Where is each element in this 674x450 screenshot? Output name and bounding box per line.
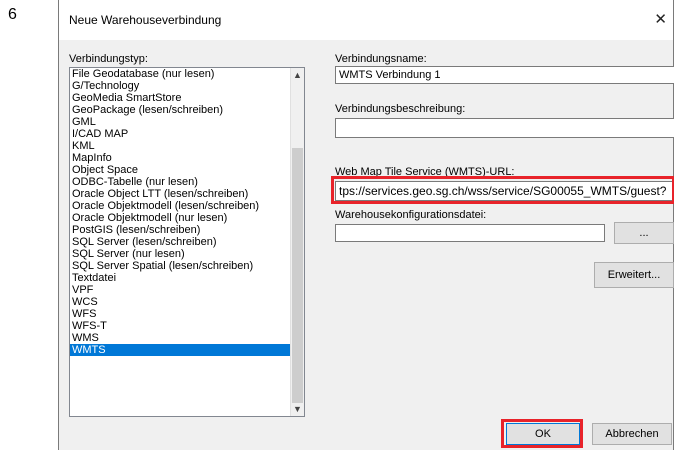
- connection-name-label: Verbindungsname:: [335, 53, 427, 65]
- scroll-up-icon[interactable]: ▲: [293, 70, 302, 80]
- step-number: 6: [8, 6, 17, 23]
- connection-type-item[interactable]: WCS: [70, 296, 292, 308]
- connection-name-field[interactable]: WMTS Verbindung 1: [335, 66, 674, 84]
- connection-type-item[interactable]: Oracle Objektmodell (nur lesen): [70, 212, 292, 224]
- config-file-field[interactable]: [335, 224, 605, 242]
- connection-type-item[interactable]: G/Technology: [70, 80, 292, 92]
- url-highlight-box: [331, 176, 674, 204]
- connection-type-item[interactable]: WFS-T: [70, 320, 292, 332]
- connection-type-item[interactable]: VPF: [70, 284, 292, 296]
- scroll-down-icon[interactable]: ▼: [293, 404, 302, 414]
- connection-type-item[interactable]: MapInfo: [70, 152, 292, 164]
- connection-type-item[interactable]: Object Space: [70, 164, 292, 176]
- connection-type-item[interactable]: I/CAD MAP: [70, 128, 292, 140]
- new-warehouse-connection-dialog: Neue Warehouseverbindung ✕ Verbindungsty…: [58, 0, 674, 450]
- scroll-thumb[interactable]: [292, 148, 303, 403]
- dialog-title: Neue Warehouseverbindung: [69, 13, 222, 27]
- connection-type-item[interactable]: SQL Server (lesen/schreiben): [70, 236, 292, 248]
- connection-type-item[interactable]: PostGIS (lesen/schreiben): [70, 224, 292, 236]
- connection-type-item[interactable]: WMS: [70, 332, 292, 344]
- connection-type-item[interactable]: KML: [70, 140, 292, 152]
- browse-button[interactable]: ...: [614, 222, 674, 244]
- connection-description-field[interactable]: [335, 118, 674, 138]
- cancel-button[interactable]: Abbrechen: [592, 423, 672, 445]
- title-bar: Neue Warehouseverbindung ✕: [59, 0, 673, 40]
- config-file-label: Warehousekonfigurationsdatei:: [335, 209, 487, 221]
- connection-type-items: File Geodatabase (nur lesen) G/Technology…: [70, 68, 292, 356]
- list-scrollbar[interactable]: ▲ ▼: [290, 68, 304, 416]
- connection-type-item[interactable]: Oracle Objektmodell (lesen/schreiben): [70, 200, 292, 212]
- connection-type-list[interactable]: File Geodatabase (nur lesen) G/Technology…: [69, 67, 305, 417]
- close-icon[interactable]: ✕: [654, 10, 667, 28]
- connection-type-item[interactable]: GML: [70, 116, 292, 128]
- connection-type-item[interactable]: SQL Server Spatial (lesen/schreiben): [70, 260, 292, 272]
- connection-type-label: Verbindungstyp:: [69, 53, 148, 65]
- connection-type-item[interactable]: WFS: [70, 308, 292, 320]
- connection-type-item[interactable]: SQL Server (nur lesen): [70, 248, 292, 260]
- connection-type-item[interactable]: GeoMedia SmartStore: [70, 92, 292, 104]
- connection-type-item[interactable]: Oracle Object LTT (lesen/schreiben): [70, 188, 292, 200]
- connection-type-item[interactable]: Textdatei: [70, 272, 292, 284]
- ok-highlight-box: [501, 419, 583, 448]
- connection-type-item[interactable]: File Geodatabase (nur lesen): [70, 68, 292, 80]
- connection-type-item[interactable]: ODBC-Tabelle (nur lesen): [70, 176, 292, 188]
- connection-type-item[interactable]: WMTS: [70, 344, 292, 356]
- connection-type-item[interactable]: GeoPackage (lesen/schreiben): [70, 104, 292, 116]
- connection-description-label: Verbindungsbeschreibung:: [335, 103, 466, 115]
- advanced-button[interactable]: Erweitert...: [594, 262, 674, 288]
